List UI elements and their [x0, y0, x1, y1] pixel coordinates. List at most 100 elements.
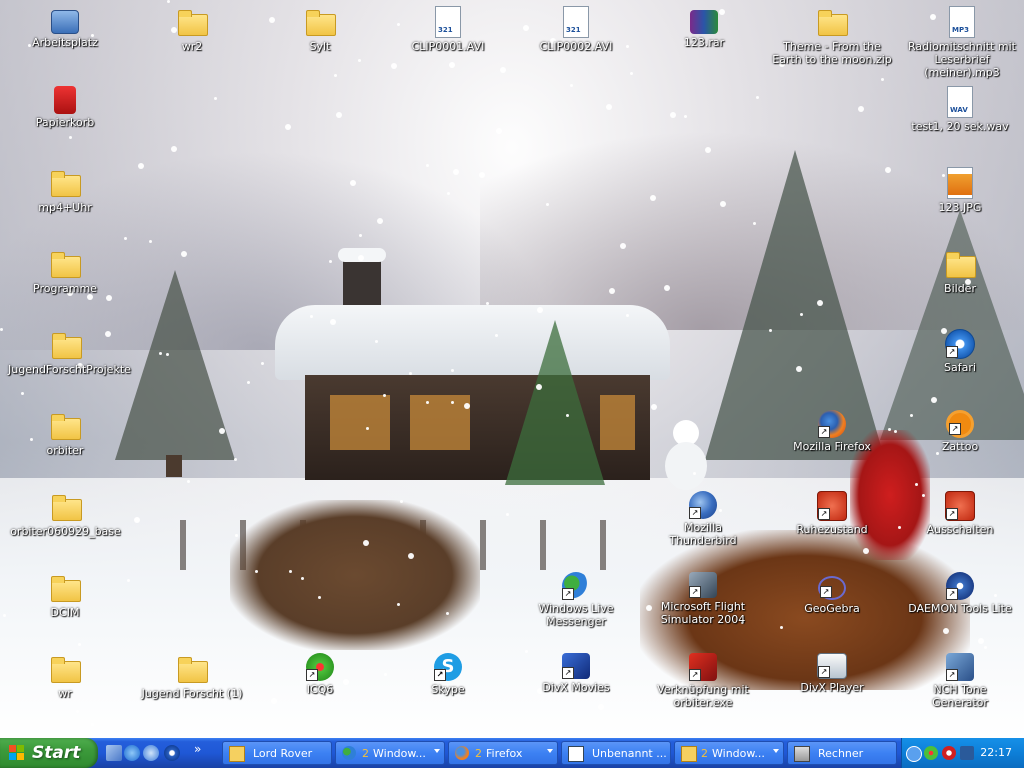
snowflake: [817, 300, 823, 306]
desktop-icon-label: Skype: [431, 683, 465, 696]
desktop-icon-rar[interactable]: 123.rar: [659, 6, 749, 49]
desktop-icon-wr2[interactable]: wr2: [147, 6, 237, 53]
desktop-icon-label: Arbeitsplatz: [32, 36, 98, 49]
network-tray-icon[interactable]: [960, 746, 974, 760]
snowflake: [495, 334, 498, 337]
snowflake: [255, 570, 258, 573]
snowflake: [384, 673, 387, 676]
system-tray: 22:17: [901, 738, 1024, 768]
task-label: Window...: [712, 747, 765, 760]
desktop-icon-jpg[interactable]: 123.JPG: [915, 167, 1005, 214]
start-button[interactable]: Start: [0, 738, 98, 768]
snowflake: [391, 63, 397, 69]
zip-folder-icon: [816, 6, 848, 38]
snowflake: [310, 315, 313, 318]
desktop-icon-skype[interactable]: S ↗ Skype: [403, 653, 493, 696]
desktop-icon-orbiter[interactable]: orbiter: [20, 410, 110, 457]
snowflake: [408, 553, 414, 559]
desktop-icon-radio-mp3[interactable]: MP3 Radiomitschnitt mit Leserbrief (mein…: [900, 6, 1024, 79]
desktop-icon-ausschalten[interactable]: ↗ Ausschalten: [915, 491, 1005, 536]
snowflake: [447, 192, 450, 195]
snowflake: [219, 428, 225, 434]
shortcut-arrow-icon: ↗: [689, 669, 701, 681]
desktop-icon-clip1[interactable]: 321 CLIP0001.AVI: [403, 6, 493, 53]
snowflake: [910, 414, 913, 417]
snowflake: [301, 577, 304, 580]
desktop-icon-divxplayer[interactable]: ↗ DivX Player: [787, 653, 877, 694]
task-lord-rover[interactable]: Lord Rover: [222, 741, 332, 765]
quicklaunch-more-button[interactable]: »: [194, 742, 201, 756]
desktop-icon-firefox[interactable]: ↗ Mozilla Firefox: [787, 410, 877, 453]
taskbar: Start » Lord Rover 2 Window... 2 Firefox U…: [0, 738, 1024, 768]
desktop-icon-jugendforscht[interactable]: JugendForschtProjekte: [8, 329, 131, 376]
desktop-icon-flightsim[interactable]: ↗ Microsoft Flight Simulator 2004: [640, 572, 766, 626]
thunderbird-icon: ↗: [689, 491, 717, 519]
icq-tray-icon[interactable]: [924, 746, 938, 760]
snowflake: [898, 526, 901, 529]
desktop-icon-sylt[interactable]: Sylt: [275, 6, 365, 53]
desktop-icon-test-wav[interactable]: WAV test1, 20 sek.wav: [900, 86, 1020, 133]
desktop-icon-arbeitsplatz[interactable]: Arbeitsplatz: [20, 6, 110, 49]
snowflake: [363, 540, 369, 546]
snowflake: [329, 260, 332, 263]
task-unbenannt[interactable]: Unbenannt ...: [561, 741, 671, 765]
desktop-icon-theme-zip[interactable]: Theme - From the Earth to the moon.zip: [770, 6, 894, 66]
firefox-icon: [455, 746, 469, 760]
internet-explorer-icon[interactable]: [124, 745, 140, 761]
cabin-window: [410, 395, 470, 450]
snowflake: [525, 650, 528, 653]
desktop-icon-label: 123.rar: [683, 36, 725, 49]
snowflake: [705, 147, 711, 153]
snowflake: [271, 698, 277, 704]
shortcut-arrow-icon: ↗: [820, 586, 832, 598]
desktop-icon-geogebra[interactable]: ↗ GeoGebra: [787, 572, 877, 615]
antivirus-tray-icon[interactable]: [942, 746, 956, 760]
tray-collapse-chevron-icon[interactable]: [906, 746, 922, 762]
desktop-icon-zattoo[interactable]: ↗ Zattoo: [915, 410, 1005, 453]
snowflake: [159, 352, 162, 355]
desktop-icon-messenger[interactable]: ↗ Windows Live Messenger: [511, 572, 641, 628]
task-windows-messenger-group[interactable]: 2 Window...: [335, 741, 445, 765]
task-firefox-group[interactable]: 2 Firefox: [448, 741, 558, 765]
snowflake: [106, 295, 112, 301]
desktop-icon-jugendforscht1[interactable]: Jugend Forscht (1): [140, 653, 244, 700]
desktop-icon-label: DivX Movies: [542, 681, 610, 694]
clock[interactable]: 22:17: [980, 746, 1012, 759]
snowflake: [76, 710, 79, 713]
desktop-icon-clip2[interactable]: 321 CLIP0002.AVI: [531, 6, 621, 53]
media-player-icon[interactable]: [164, 745, 180, 761]
desktop-icon-safari[interactable]: ↗ Safari: [915, 329, 1005, 374]
cabin-window: [330, 395, 390, 450]
desktop-icon-divxmovies[interactable]: ↗ DivX Movies: [531, 653, 621, 694]
snowflake: [187, 480, 190, 483]
ie-alternate-icon[interactable]: [143, 745, 159, 761]
desktop-icon-wr[interactable]: wr: [20, 653, 110, 700]
task-label: Rechner: [818, 747, 864, 760]
snowflake: [134, 517, 140, 523]
desktop-icon-label: GeoGebra: [804, 602, 860, 615]
desktop-icon-papierkorb[interactable]: Papierkorb: [20, 84, 110, 129]
desktop-icon-programme[interactable]: Programme: [20, 248, 110, 295]
task-count: 2: [475, 747, 482, 760]
desktop-icon-bilder[interactable]: Bilder: [915, 248, 1005, 295]
desktop-icon-daemon[interactable]: ↗ DAEMON Tools Lite: [904, 572, 1016, 615]
desktop-icon-nch-tone[interactable]: ↗ NCH Tone Generator: [904, 653, 1016, 709]
task-count: 2: [362, 747, 369, 760]
desktop-icon-orbiter060929[interactable]: orbiter060929_base: [8, 491, 123, 538]
show-desktop-icon[interactable]: [106, 745, 122, 761]
snowflake: [149, 240, 152, 243]
desktop-icon-icq[interactable]: ↗ ICQ6: [275, 653, 365, 696]
snowflake: [486, 302, 489, 305]
cabin-window: [600, 395, 635, 450]
task-windows-explorer-group[interactable]: 2 Window...: [674, 741, 784, 765]
desktop-icon-dcim[interactable]: DCIM: [20, 572, 110, 619]
chevron-down-icon: [773, 749, 779, 753]
snowflake: [235, 534, 238, 537]
desktop-icon-verknuepfung-orbiter[interactable]: ↗ Verknüpfung mit orbiter.exe: [650, 653, 756, 709]
desktop-icon-thunderbird[interactable]: ↗ Mozilla Thunderbird: [653, 491, 753, 547]
desktop-icon-mp4uhr[interactable]: mp4+Uhr: [20, 167, 110, 214]
snowflake: [863, 548, 869, 554]
desktop-icon-ruhezustand[interactable]: ↗ Ruhezustand: [787, 491, 877, 536]
snowflake: [626, 314, 629, 317]
task-rechner[interactable]: Rechner: [787, 741, 897, 765]
